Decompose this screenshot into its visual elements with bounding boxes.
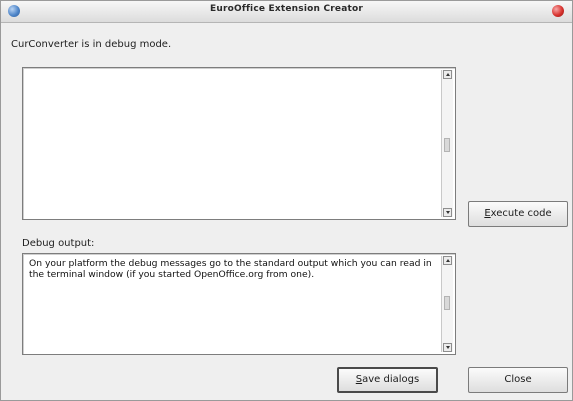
title-bar[interactable]: EuroOffice Extension Creator: [1, 1, 572, 23]
arrow-up-icon: [446, 259, 450, 262]
debug-output-textarea[interactable]: On your platform the debug messages go t…: [22, 253, 456, 355]
arrow-down-icon: [446, 346, 450, 349]
execute-label: xecute code: [490, 208, 552, 219]
debug-mode-status-label: CurConverter is in debug mode.: [11, 39, 172, 50]
debug-output-label: Debug output:: [22, 238, 95, 249]
close-window-orb-icon[interactable]: [552, 5, 564, 17]
scrollbar-thumb[interactable]: [444, 138, 450, 152]
scroll-down-button[interactable]: [443, 208, 452, 217]
arrow-up-icon: [446, 73, 450, 76]
scrollbar-thumb[interactable]: [444, 296, 450, 310]
close-button[interactable]: Close: [468, 367, 568, 393]
dialog-window: EuroOffice Extension Creator CurConverte…: [0, 0, 573, 401]
code-editor-scrollbar[interactable]: [441, 70, 453, 217]
arrow-down-icon: [446, 211, 450, 214]
scroll-up-button[interactable]: [443, 70, 452, 79]
scroll-down-button[interactable]: [443, 343, 452, 352]
debug-output-text: On your platform the debug messages go t…: [29, 258, 432, 280]
debug-output-scrollbar[interactable]: [441, 256, 453, 352]
scroll-up-button[interactable]: [443, 256, 452, 265]
code-editor-textarea[interactable]: [22, 67, 456, 220]
execute-code-button[interactable]: Execute code: [468, 201, 568, 227]
save-dialogs-button[interactable]: Save dialogs: [337, 367, 438, 393]
window-title: EuroOffice Extension Creator: [210, 4, 363, 14]
save-label: ave dialogs: [362, 374, 420, 385]
